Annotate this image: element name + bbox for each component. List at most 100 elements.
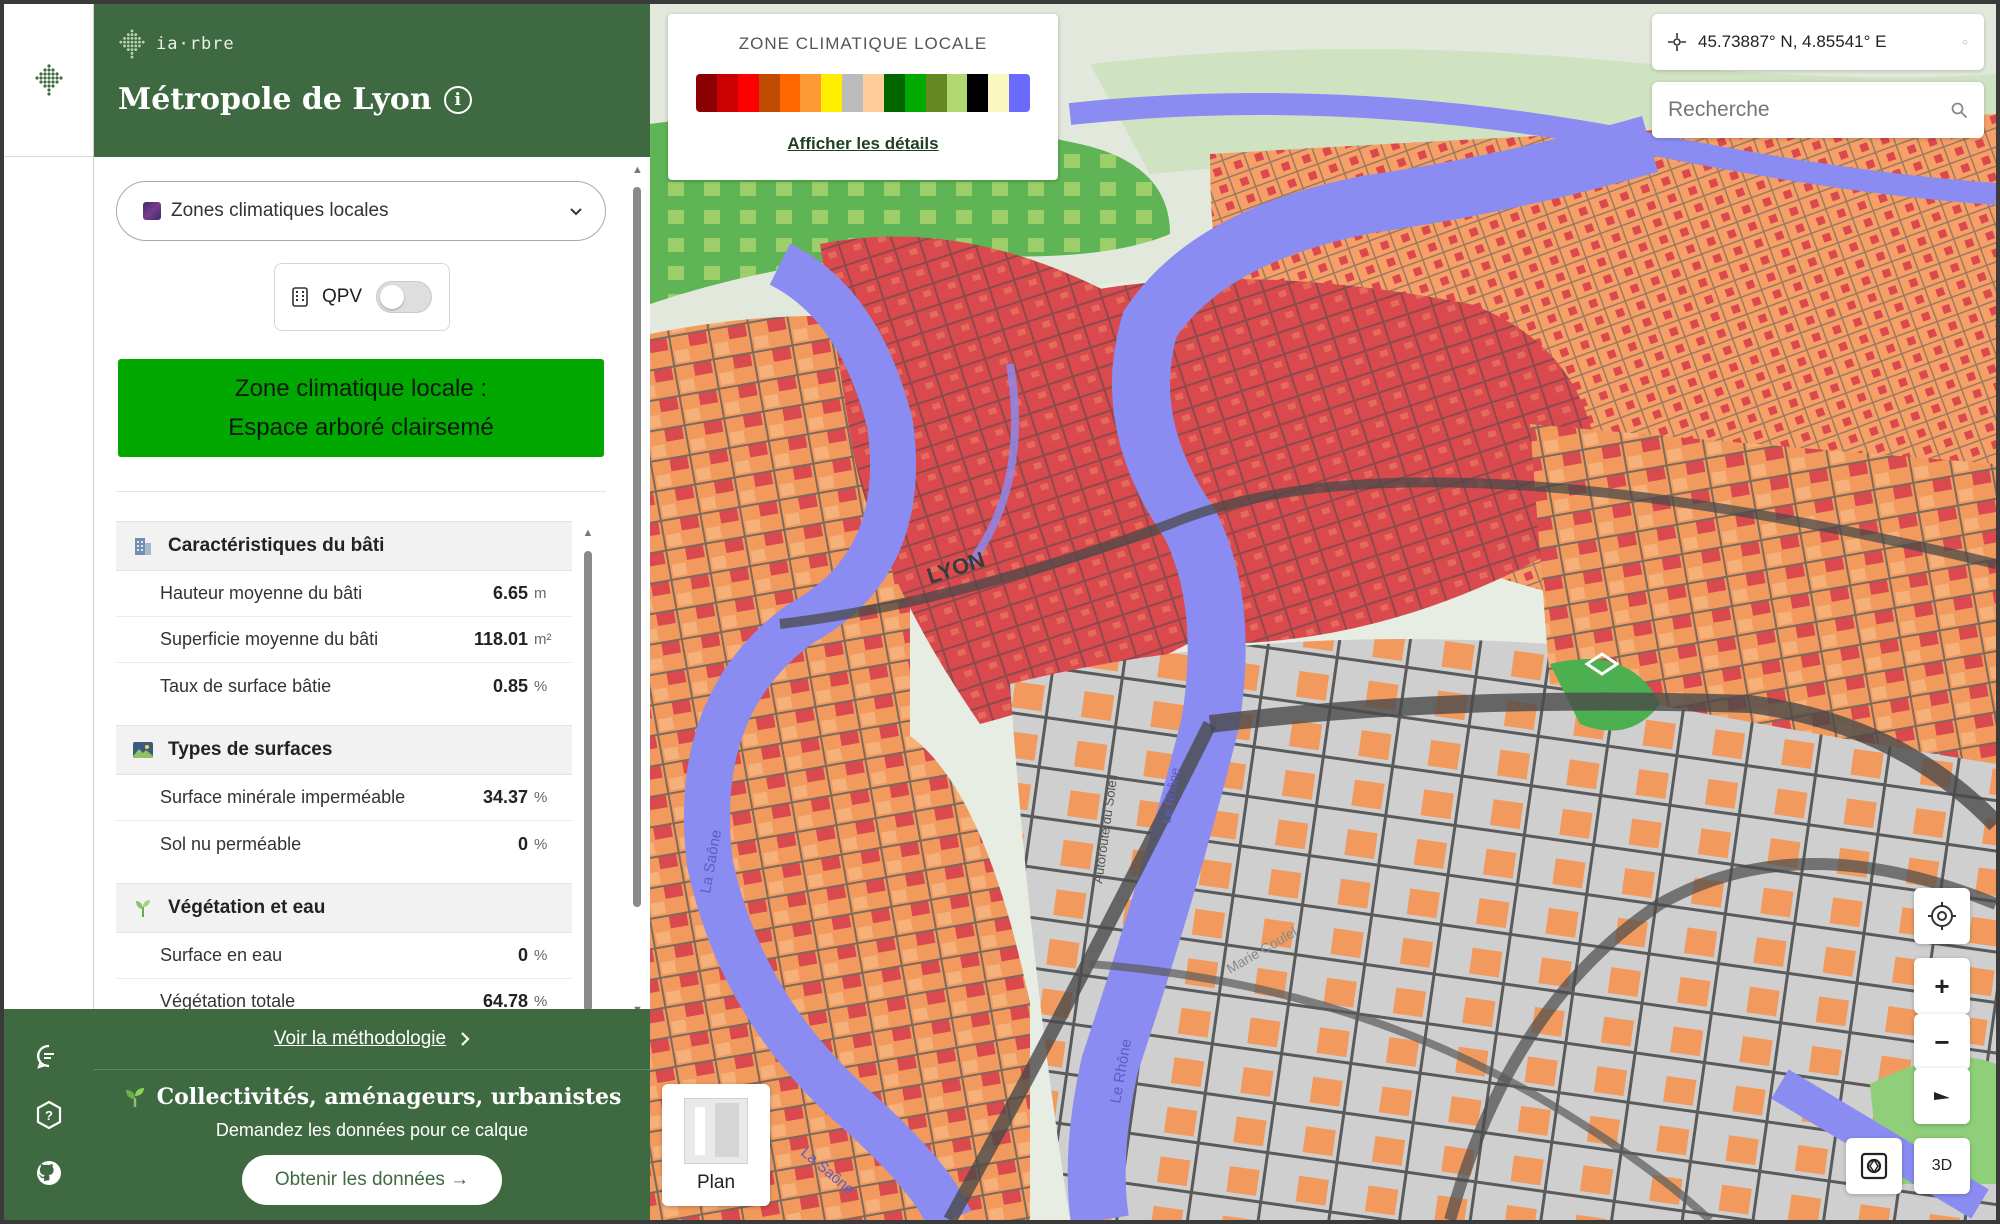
scroll-thumb[interactable]	[633, 187, 641, 907]
stats-list: Caractéristiques du bâti Hauteur moyenne…	[116, 521, 572, 1009]
stat-row: Superficie moyenne du bâti 118.01 m²	[116, 617, 572, 663]
chat-icon	[36, 1044, 54, 1069]
section-title: Caractéristiques du bâti	[168, 535, 385, 556]
camera-icon	[1860, 1152, 1888, 1180]
stat-label: Végétation totale	[160, 991, 296, 1009]
section-header-vegetation: Végétation et eau	[116, 883, 572, 933]
plan-thumbnail	[684, 1098, 748, 1164]
legend-swatch-8	[842, 74, 863, 112]
logo[interactable]	[4, 4, 93, 157]
copy-icon[interactable]: ○	[1962, 37, 1968, 48]
legend-details-link[interactable]: Afficher les détails	[668, 134, 1058, 154]
github-button[interactable]	[31, 1155, 67, 1191]
legend-swatch-11	[904, 74, 926, 112]
legend-swatch-4	[758, 74, 780, 112]
zoom-in-button[interactable]: +	[1914, 958, 1970, 1014]
methodology-link[interactable]: Voir la méthodologie	[94, 1009, 650, 1070]
geolocate-button[interactable]	[1914, 888, 1970, 944]
panel-footer: Voir la méthodologie Collectivités, amén…	[94, 1009, 650, 1220]
compass-button[interactable]	[1914, 1068, 1970, 1124]
help-icon: ?	[36, 1100, 62, 1129]
plan-label: Plan	[696, 1172, 736, 1193]
stat-label: Taux de surface bâtie	[160, 675, 332, 696]
legend-title: ZONE CLIMATIQUE LOCALE	[738, 34, 988, 53]
zoom-out-button[interactable]: −	[1914, 1014, 1970, 1070]
stat-label: Surface minérale imperméable	[160, 787, 406, 807]
stat-value: 0	[517, 945, 528, 965]
zone-banner-line2: Espace arboré clairsemé	[228, 414, 494, 441]
zone-banner: Zone climatique locale : Espace arboré c…	[118, 359, 604, 457]
page-title: Métropole de Lyon	[118, 82, 432, 117]
stat-value: 64.78	[482, 991, 528, 1009]
stat-value: 6.65	[492, 583, 528, 603]
legend-swatch-6	[800, 74, 822, 112]
toggle-3d-button[interactable]: 3D	[1914, 1138, 1970, 1194]
stat-label: Sol nu perméable	[160, 833, 302, 854]
stat-row: Surface minérale imperméable 34.37%	[116, 775, 572, 821]
stat-unit: m	[534, 585, 547, 602]
qpv-toggle[interactable]	[376, 281, 433, 313]
rail-actions: ?	[4, 1009, 94, 1220]
coordinates-text: 45.73887° N, 4.85541° E	[1698, 32, 1887, 51]
stat-unit: %	[534, 835, 548, 853]
stat-row: Surface en eau 0%	[116, 933, 572, 979]
stat-row: Végétation totale 64.78%	[116, 979, 572, 1009]
scroll-up-icon[interactable]: ▲	[632, 165, 643, 176]
legend-swatch-14	[967, 74, 989, 112]
legend-swatch-15	[988, 74, 1010, 112]
toggle-3d-label: 3D	[1931, 1157, 1953, 1174]
scroll-thumb[interactable]	[584, 551, 592, 1009]
legend-swatch-5	[779, 74, 801, 112]
cta-title: Collectivités, aménageurs, urbanistes	[94, 1084, 650, 1110]
search-input[interactable]	[1668, 98, 1950, 122]
search-icon[interactable]	[1950, 101, 1968, 119]
seedling-icon	[125, 1088, 144, 1107]
legend-swatch-7	[821, 74, 843, 112]
search-box[interactable]	[1652, 82, 1984, 138]
legend-swatch-9	[863, 74, 884, 112]
section-title: Végétation et eau	[168, 897, 326, 918]
cta-title-text: Collectivités, aménageurs, urbanistes	[156, 1084, 622, 1110]
map-canvas[interactable]: LYON La Saône La Saône Le Rhône Le Rhône…	[650, 4, 1996, 1220]
legend-color-bar	[696, 74, 1030, 112]
scroll-up-icon[interactable]: ▲	[582, 527, 594, 539]
basemap-switcher[interactable]: Plan	[662, 1084, 770, 1206]
plant-icon	[136, 900, 150, 917]
methodology-link-label: Voir la méthodologie	[273, 1028, 447, 1049]
get-data-button-label: Obtenir les données →	[274, 1169, 470, 1190]
info-icon[interactable]: i	[443, 85, 472, 114]
tree-dots-icon	[119, 29, 145, 59]
cta-subtitle: Demandez les données pour ce calque	[215, 1120, 529, 1140]
stat-value: 118.01	[473, 629, 528, 649]
divider	[116, 491, 606, 492]
panel-scrollbar[interactable]: ▲ ▼	[632, 165, 643, 1010]
stat-unit: %	[534, 677, 548, 695]
side-panel: ia·rbre Métropole de Lyon i Zones climat…	[94, 4, 650, 1220]
layer-select[interactable]: Zones climatiques locales	[116, 181, 606, 241]
stats-scrollbar[interactable]: ▲	[582, 527, 594, 1009]
stat-unit: m²	[534, 631, 552, 648]
section-title: Types de surfaces	[168, 739, 333, 760]
legend-swatch-3	[737, 74, 759, 112]
target-icon	[1928, 902, 1956, 930]
panel-body: Zones climatiques locales QPV Zone clima…	[94, 157, 650, 1009]
brand[interactable]: ia·rbre	[118, 26, 626, 62]
stat-label: Superficie moyenne du bâti	[160, 629, 379, 649]
chat-button[interactable]	[31, 1039, 67, 1075]
zoom-in-label: +	[1934, 970, 1950, 1001]
legend-swatch-13	[946, 74, 968, 112]
stat-row: Taux de surface bâtie 0.85%	[116, 663, 572, 709]
brand-name: ia·rbre	[156, 34, 235, 54]
building-small-icon	[292, 287, 308, 307]
coordinates-box[interactable]: 45.73887° N, 4.85541° E ○	[1652, 14, 1984, 70]
legend-swatch-12	[925, 74, 947, 112]
crosshair-icon	[1668, 33, 1686, 51]
chevron-right-icon	[461, 1032, 470, 1046]
get-data-button[interactable]: Obtenir les données →	[242, 1155, 502, 1205]
screenshot-button[interactable]	[1846, 1138, 1902, 1194]
help-button[interactable]: ?	[31, 1097, 67, 1133]
panel-header: ia·rbre Métropole de Lyon i	[94, 4, 650, 157]
stat-value: 0	[517, 833, 528, 854]
icon-rail: ?	[4, 4, 94, 1220]
section-header-bati: Caractéristiques du bâti	[116, 521, 572, 571]
